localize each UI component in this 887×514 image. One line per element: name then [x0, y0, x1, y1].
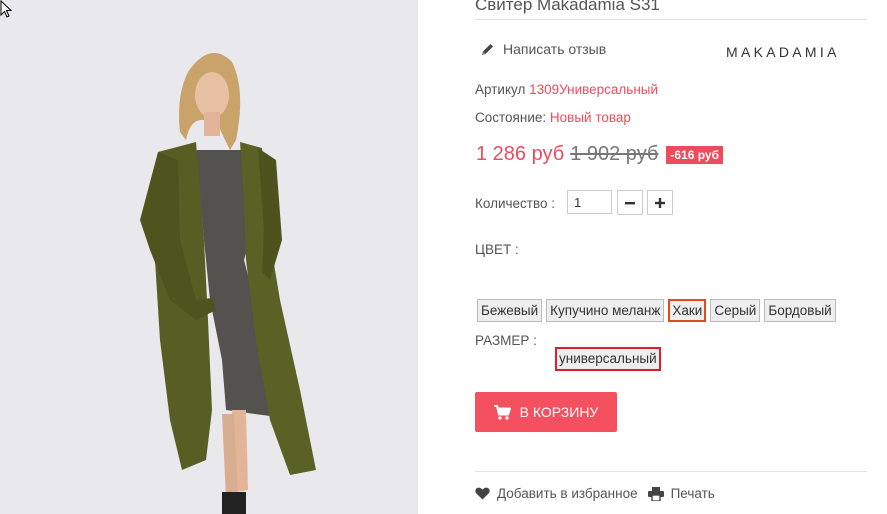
brand-logo[interactable]: MAKADAMIA	[726, 44, 840, 60]
color-label: ЦВЕТ :	[475, 242, 519, 257]
size-label: РАЗМЕР :	[475, 333, 537, 348]
model-illustration	[140, 53, 316, 514]
quantity-label: Количество :	[475, 196, 555, 211]
color-option-khaki[interactable]: Хаки	[668, 299, 707, 322]
color-option-cappuccino[interactable]: Купучино меланж	[546, 299, 665, 322]
quantity-plus-button[interactable]	[647, 190, 673, 215]
add-to-cart-button[interactable]: В КОРЗИНУ	[475, 392, 617, 432]
price-row: 1 286 руб 1 902 руб -616 руб	[476, 143, 723, 166]
color-option-grey[interactable]: Серый	[710, 299, 761, 322]
print-label: Печать	[670, 486, 715, 501]
sku-row: Артикул 1309Универсальный	[475, 82, 658, 97]
product-actions: Добавить в избранное Печать	[475, 486, 715, 501]
color-option-burgundy[interactable]: Бордовый	[764, 299, 836, 322]
condition-row: Состояние: Новый товар	[475, 110, 631, 125]
title-divider	[475, 19, 867, 20]
minus-icon	[625, 201, 635, 204]
write-review-label: Написать отзыв	[503, 41, 607, 57]
add-to-favorites-label: Добавить в избранное	[497, 486, 638, 501]
add-to-cart-label: В КОРЗИНУ	[519, 404, 599, 420]
actions-divider	[475, 471, 867, 472]
quantity-minus-button[interactable]	[617, 190, 643, 215]
add-to-favorites-link[interactable]: Добавить в избранное	[475, 486, 638, 501]
write-review-link[interactable]: Написать отзыв	[480, 41, 606, 57]
color-option-beige[interactable]: Бежевый	[477, 299, 543, 322]
old-price: 1 902 руб	[570, 143, 659, 165]
discount-badge: -616 руб	[666, 145, 723, 164]
current-price: 1 286 руб	[476, 143, 565, 165]
color-options: Бежевый Купучино меланж Хаки Серый Бордо…	[477, 299, 836, 322]
product-image[interactable]	[0, 0, 418, 514]
cursor-icon	[0, 0, 12, 18]
condition-label: Состояние:	[475, 110, 547, 125]
cart-icon	[493, 404, 511, 420]
plus-icon	[655, 197, 665, 208]
printer-icon	[647, 486, 664, 501]
heart-icon	[475, 487, 490, 500]
condition-value: Новый товар	[549, 110, 631, 125]
pencil-icon	[482, 43, 493, 55]
product-title: Свитер Makadamia S31	[475, 0, 660, 14]
print-link[interactable]: Печать	[647, 486, 715, 501]
sku-label: Артикул	[475, 82, 526, 97]
size-option-universal[interactable]: универсальный	[555, 347, 661, 371]
sku-value: 1309Универсальный	[529, 82, 659, 97]
quantity-input[interactable]	[567, 190, 612, 214]
